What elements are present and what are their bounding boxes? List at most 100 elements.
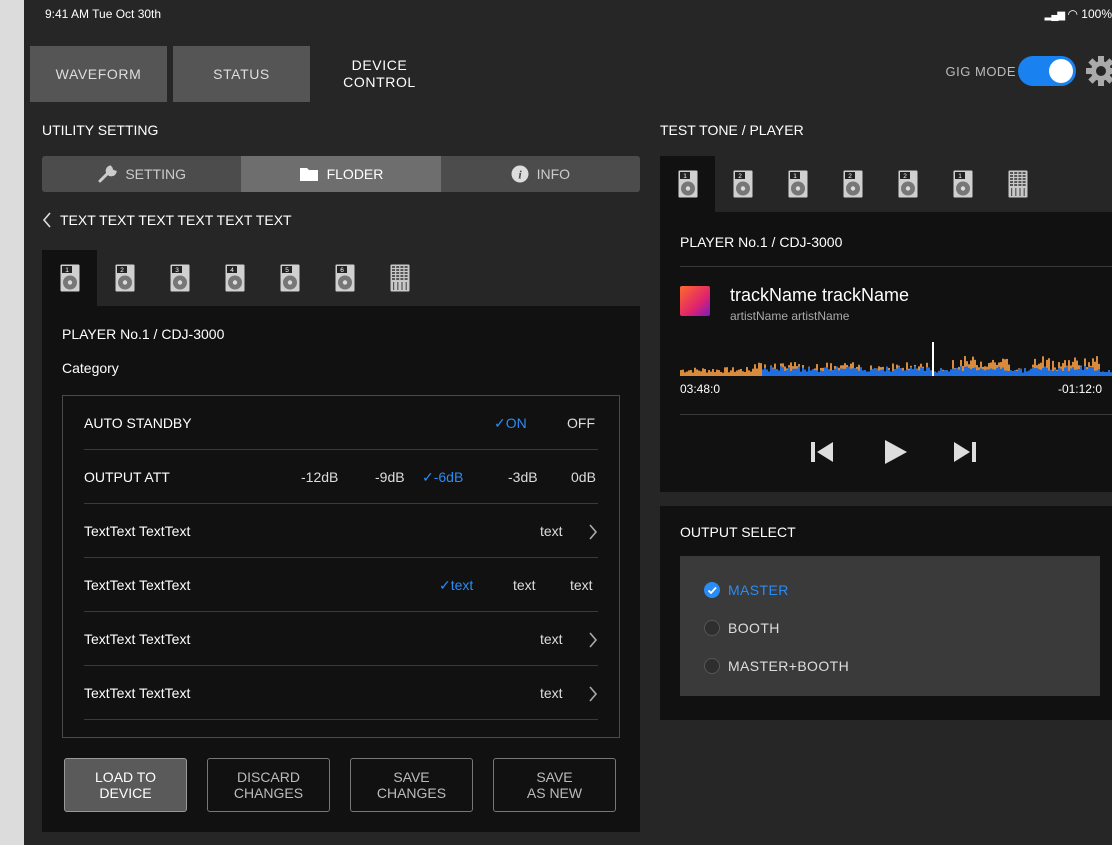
setting-label: TextText TextText — [84, 685, 191, 701]
test-tone-device-tab-1[interactable]: 1 — [660, 156, 715, 212]
save-changes-label: SAVE CHANGES — [376, 769, 447, 801]
output-booth-radio[interactable]: BOOTH — [704, 618, 780, 638]
subtab-folder[interactable]: FLODER — [241, 156, 441, 192]
test-tone-title: TEST TONE / PLAYER — [660, 122, 804, 138]
option-text-2[interactable]: text — [513, 577, 536, 593]
output-select-panel: OUTPUT SELECT MASTER BOOTH MASTER+BOOTH — [660, 506, 1112, 720]
tab-status-label: STATUS — [213, 65, 270, 82]
setting-row[interactable]: TextText TextText text — [84, 504, 598, 558]
setting-value: text — [540, 685, 563, 701]
setting-label: TextText TextText — [84, 577, 191, 593]
test-tone-device-tab-6[interactable]: 1 — [935, 156, 990, 212]
toggle-knob — [1049, 59, 1073, 83]
back-breadcrumb[interactable]: TEXT TEXT TEXT TEXT TEXT TEXT — [42, 212, 292, 228]
chevron-right-icon[interactable] — [588, 685, 598, 703]
option-minus9db[interactable]: -9dB — [375, 469, 405, 485]
subtab-info-label: INFO — [536, 166, 571, 182]
option-minus3db[interactable]: -3dB — [508, 469, 538, 485]
wifi-icon: ◠ — [1067, 7, 1078, 21]
cdj-player-icon: 1 — [788, 170, 807, 198]
subtab-setting[interactable]: SETTING — [42, 156, 241, 192]
test-tone-device-tab-5[interactable]: 2 — [880, 156, 935, 212]
test-tone-device-tab-2[interactable]: 2 — [715, 156, 770, 212]
output-master-booth-radio[interactable]: MASTER+BOOTH — [704, 656, 849, 676]
radio-empty-icon — [704, 620, 720, 636]
radio-checked-icon — [704, 582, 720, 598]
setting-value: text — [540, 631, 563, 647]
test-tone-device-tab-7[interactable] — [990, 156, 1045, 212]
test-tone-device-tab-4[interactable]: 2 — [825, 156, 880, 212]
output-master-radio[interactable]: MASTER — [704, 580, 789, 600]
option-on-label: ON — [505, 415, 527, 431]
category-label: Category — [62, 360, 119, 376]
previous-track-icon[interactable] — [805, 434, 841, 470]
option-minus12db[interactable]: -12dB — [301, 469, 338, 485]
setting-label: AUTO STANDBY — [84, 415, 192, 431]
load-to-device-button[interactable]: LOAD TO DEVICE — [64, 758, 187, 812]
play-icon[interactable] — [877, 434, 913, 470]
option-on[interactable]: ✓ON — [494, 415, 527, 432]
subtab-folder-label: FLODER — [326, 166, 384, 182]
option-minus6db[interactable]: ✓-6dB — [422, 469, 463, 486]
gig-mode-toggle[interactable] — [1018, 56, 1076, 86]
cdj-player-icon: 1 — [678, 170, 697, 198]
folder-icon — [299, 168, 318, 181]
svg-text:4: 4 — [230, 267, 234, 274]
cdj-player-icon: 5 — [280, 264, 299, 292]
subtab-info[interactable]: i INFO — [441, 156, 640, 192]
chevron-left-icon — [42, 212, 51, 228]
utility-subtabs: SETTING FLODER i INFO — [42, 156, 640, 192]
load-to-device-label: LOAD TO DEVICE — [95, 769, 156, 801]
battery-percent: 100% — [1081, 7, 1112, 21]
option-0db[interactable]: 0dB — [571, 469, 596, 485]
svg-text:1: 1 — [793, 173, 797, 180]
radio-empty-icon — [704, 658, 720, 674]
signal-icon: ▂▄▆ — [1044, 10, 1065, 21]
subtab-setting-label: SETTING — [125, 166, 186, 182]
chevron-right-icon[interactable] — [588, 631, 598, 649]
setting-row[interactable]: TextText TextText text — [84, 612, 598, 666]
album-art — [680, 286, 710, 316]
cdj-player-icon: 2 — [733, 170, 752, 198]
utility-device-tab-2[interactable]: 2 — [97, 250, 152, 306]
svg-text:3: 3 — [175, 267, 179, 274]
utility-device-tab-1[interactable]: 1 — [42, 250, 97, 306]
save-as-new-button[interactable]: SAVE AS NEW — [493, 758, 616, 812]
tab-device-control[interactable]: DEVICE CONTROL — [313, 46, 446, 102]
save-changes-button[interactable]: SAVE CHANGES — [350, 758, 473, 812]
gear-icon[interactable] — [1084, 54, 1112, 88]
chevron-right-icon[interactable] — [588, 523, 598, 541]
option-off[interactable]: OFF — [567, 415, 595, 431]
option-text-1-label: text — [450, 577, 474, 593]
gig-mode-label: GIG MODE — [945, 64, 1016, 79]
utility-device-tab-6[interactable]: 6 — [317, 250, 372, 306]
utility-device-tabs: 1 2 3 4 5 6 — [42, 250, 427, 306]
cdj-player-icon: 2 — [115, 264, 134, 292]
setting-row-output-att: OUTPUT ATT -12dB -9dB ✓-6dB -3dB 0dB — [84, 450, 598, 504]
test-tone-device-tab-3[interactable]: 1 — [770, 156, 825, 212]
setting-row-auto-standby: AUTO STANDBY ✓ON OFF — [84, 396, 598, 450]
cdj-player-icon: 2 — [898, 170, 917, 198]
setting-row: TextText TextText ✓text text text — [84, 558, 598, 612]
tab-waveform-label: WAVEFORM — [55, 65, 142, 82]
utility-device-tab-7[interactable] — [372, 250, 427, 306]
discard-changes-button[interactable]: DISCARD CHANGES — [207, 758, 330, 812]
utility-device-tab-3[interactable]: 3 — [152, 250, 207, 306]
status-bar: 9:41 AM Tue Oct 30th ▂▄▆ ◠ 100% — [24, 0, 1112, 26]
tab-status[interactable]: STATUS — [173, 46, 310, 102]
waveform-display[interactable] — [680, 342, 1112, 376]
next-track-icon[interactable] — [946, 434, 982, 470]
tab-waveform[interactable]: WAVEFORM — [30, 46, 167, 102]
option-text-1[interactable]: ✓text — [439, 577, 473, 594]
setting-row[interactable]: TextText TextText text — [84, 666, 598, 720]
utility-device-tab-5[interactable]: 5 — [262, 250, 317, 306]
option-minus6db-label: -6dB — [433, 469, 464, 485]
svg-text:1: 1 — [65, 267, 69, 274]
utility-panel: PLAYER No.1 / CDJ-3000 Category AUTO STA… — [42, 306, 640, 832]
output-master-booth-label: MASTER+BOOTH — [728, 658, 850, 674]
setting-value: text — [540, 523, 563, 539]
track-name: trackName trackName — [730, 285, 910, 305]
utility-device-tab-4[interactable]: 4 — [207, 250, 262, 306]
option-text-3[interactable]: text — [570, 577, 593, 593]
svg-text:2: 2 — [120, 267, 124, 274]
